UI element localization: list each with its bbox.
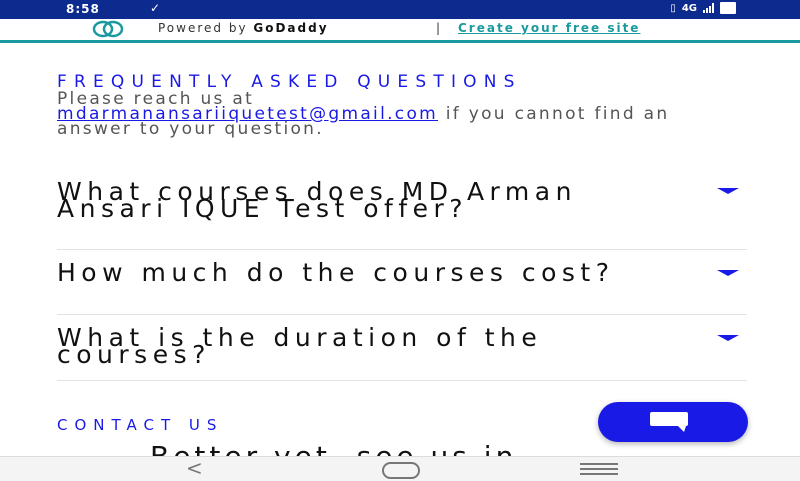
signal-icon <box>703 3 714 13</box>
chat-icon <box>650 412 688 432</box>
status-icons: ▯ 4G <box>670 2 736 14</box>
faq-intro: Please reach us at mdarmanansariiquetest@… <box>57 89 670 139</box>
brand-name: GoDaddy <box>253 21 329 35</box>
faq-question: What is the duration of the courses? <box>57 323 543 369</box>
recent-apps-icon[interactable] <box>580 463 618 478</box>
battery-icon <box>720 2 736 14</box>
faq-item-cost[interactable]: How much do the courses cost? <box>57 250 747 315</box>
godaddy-logo-icon <box>92 20 124 38</box>
banner-separator: | <box>436 21 443 35</box>
home-icon[interactable] <box>382 462 420 479</box>
navigation-bar: < <box>0 456 800 481</box>
create-site-link[interactable]: Create your free site <box>458 21 640 35</box>
chat-button[interactable] <box>598 402 748 442</box>
chevron-down-icon[interactable] <box>717 188 739 194</box>
faq-list: What courses does MD Arman Ansari IQUE T… <box>57 172 747 381</box>
contact-title: CONTACT US <box>57 416 224 434</box>
faq-item-duration[interactable]: What is the duration of the courses? <box>57 315 747 381</box>
godaddy-banner: Powered by GoDaddy | Create your free si… <box>0 19 800 43</box>
chevron-down-icon[interactable] <box>717 270 739 276</box>
back-icon[interactable]: < <box>186 457 203 479</box>
powered-by-text: Powered by GoDaddy <box>158 21 329 35</box>
status-time: 8:58 <box>66 2 100 16</box>
faq-question: What courses does MD Arman Ansari IQUE T… <box>57 177 577 223</box>
status-bar: 8:58 ✓ ▯ 4G <box>0 0 800 19</box>
network-type: 4G <box>681 2 697 14</box>
chevron-down-icon[interactable] <box>717 335 739 341</box>
faq-item-courses[interactable]: What courses does MD Arman Ansari IQUE T… <box>57 172 747 250</box>
vibrate-icon: ▯ <box>670 2 676 14</box>
check-icon: ✓ <box>150 1 161 15</box>
faq-question: How much do the courses cost? <box>57 258 615 287</box>
